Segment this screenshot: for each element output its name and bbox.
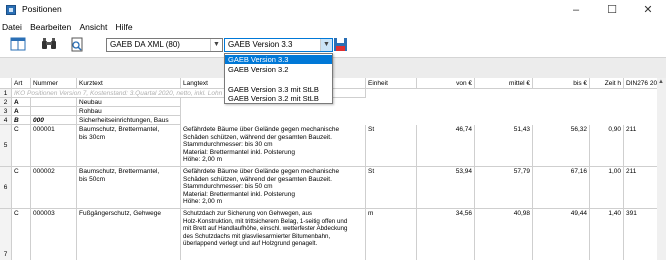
column-header-rownum: [0, 78, 12, 89]
dropdown-option[interactable]: GAEB Version 3.2: [225, 65, 332, 74]
cell-bis[interactable]: 56,32: [533, 125, 590, 167]
dropdown-option[interactable]: GAEB Version 3.3 mit StLB: [225, 85, 332, 94]
cell-kurztext[interactable]: Baumschutz, Brettermantel, bis 50cm: [77, 167, 181, 209]
cell-nummer[interactable]: 000002: [31, 167, 77, 209]
title-bar: Positionen – ☐ ✕: [0, 0, 666, 20]
dropdown-separator: [225, 75, 332, 84]
dropdown-option[interactable]: GAEB Version 3.2 mit StLB: [225, 94, 332, 103]
cell-nummer[interactable]: [31, 107, 77, 116]
cell-nummer[interactable]: [31, 98, 77, 107]
column-header-von[interactable]: von €: [417, 78, 475, 89]
format-select-value: GAEB DA XML (80): [110, 40, 180, 49]
cell-zeit[interactable]: 0,90: [590, 125, 624, 167]
filter-strip: [0, 57, 666, 78]
save-icon[interactable]: [333, 37, 349, 52]
cell-art[interactable]: C: [12, 209, 31, 260]
menu-bar: Datei Bearbeiten Ansicht Hilfe: [0, 22, 666, 35]
column-header-art[interactable]: Art: [12, 78, 31, 89]
column-header-kurztext[interactable]: Kurztext: [77, 78, 181, 89]
positions-table: Art Nummer Kurztext Langtext Einheit von…: [0, 78, 666, 260]
row-number: 7: [0, 209, 12, 260]
row-number: 6: [0, 167, 12, 209]
columns-view-icon[interactable]: [10, 37, 26, 52]
cell-art[interactable]: A: [12, 107, 31, 116]
cell-zeit[interactable]: 1,00: [590, 167, 624, 209]
cell-nummer[interactable]: 000003: [31, 209, 77, 260]
cell-langtext[interactable]: Gefährdete Bäume über Gelände gegen mech…: [181, 125, 366, 167]
dropdown-option[interactable]: GAEB Version 3.3: [225, 55, 332, 64]
cell-nummer[interactable]: 000001: [31, 125, 77, 167]
cell-nummer[interactable]: 000: [31, 116, 77, 125]
chevron-down-icon[interactable]: ▼: [210, 39, 222, 51]
vertical-scrollbar[interactable]: ▲: [657, 78, 666, 260]
minimize-button[interactable]: –: [558, 0, 594, 20]
cell-art[interactable]: C: [12, 167, 31, 209]
cell-kurztext[interactable]: Fußgängerschutz, Gehwege: [77, 209, 181, 260]
app-icon: [6, 5, 16, 15]
cell-zeit[interactable]: 1,40: [590, 209, 624, 260]
cell-bis[interactable]: 49,44: [533, 209, 590, 260]
format-select[interactable]: GAEB DA XML (80) ▼: [106, 38, 223, 52]
version-select[interactable]: GAEB Version 3.3 ▼: [224, 38, 333, 52]
binoculars-icon[interactable]: [41, 37, 57, 52]
row-number: 2: [0, 98, 12, 107]
row-number: 4: [0, 116, 12, 125]
window-title: Positionen: [22, 4, 62, 14]
cell-art[interactable]: A: [12, 98, 31, 107]
maximize-button[interactable]: ☐: [594, 0, 630, 20]
cell-von[interactable]: 34,56: [417, 209, 475, 260]
version-select-value: GAEB Version 3.3: [228, 40, 293, 49]
row-number: 3: [0, 107, 12, 116]
cell-kurztext[interactable]: Sicherheitseinrichtungen, Baus: [77, 116, 181, 125]
column-header-mittel[interactable]: mittel €: [475, 78, 533, 89]
cell-kurztext[interactable]: Baumschutz, Brettermantel, bis 30cm: [77, 125, 181, 167]
cell-von[interactable]: 53,94: [417, 167, 475, 209]
close-button[interactable]: ✕: [630, 0, 666, 20]
cell-einheit[interactable]: St: [366, 167, 417, 209]
menu-datei[interactable]: Datei: [2, 22, 22, 32]
scroll-up-icon[interactable]: ▲: [658, 79, 664, 85]
cell-kurztext[interactable]: Rohbau: [77, 107, 181, 116]
cell-einheit[interactable]: m: [366, 209, 417, 260]
menu-bearbeiten[interactable]: Bearbeiten: [30, 22, 71, 32]
cell-art[interactable]: B: [12, 116, 31, 125]
cell-mittel[interactable]: 51,43: [475, 125, 533, 167]
cell-einheit[interactable]: St: [366, 125, 417, 167]
menu-ansicht[interactable]: Ansicht: [79, 22, 107, 32]
cell-art[interactable]: C: [12, 125, 31, 167]
row-number: 5: [0, 125, 12, 167]
cell-langtext[interactable]: Gefährdete Bäume über Gelände gegen mech…: [181, 167, 366, 209]
cell-langtext[interactable]: Schutzdach zur Sicherung von Gehwegen, a…: [181, 209, 366, 260]
column-header-nummer[interactable]: Nummer: [31, 78, 77, 89]
menu-hilfe[interactable]: Hilfe: [116, 22, 133, 32]
cell-mittel[interactable]: 57,79: [475, 167, 533, 209]
column-header-zeit[interactable]: Zeit h: [590, 78, 624, 89]
column-header-bis[interactable]: bis €: [533, 78, 590, 89]
row-number: 1: [0, 89, 12, 98]
cell-von[interactable]: 46,74: [417, 125, 475, 167]
cell-bis[interactable]: 67,16: [533, 167, 590, 209]
cell-kurztext[interactable]: Neubau: [77, 98, 181, 107]
chevron-down-icon[interactable]: ▼: [320, 39, 332, 51]
version-dropdown-list[interactable]: GAEB Version 3.3 GAEB Version 3.2 GAEB V…: [224, 53, 333, 104]
column-header-einheit[interactable]: Einheit: [366, 78, 417, 89]
cell-mittel[interactable]: 40,98: [475, 209, 533, 260]
print-preview-icon[interactable]: [69, 37, 85, 52]
toolbar: GAEB DA XML (80) ▼ GAEB Version 3.3 ▼: [0, 36, 666, 54]
